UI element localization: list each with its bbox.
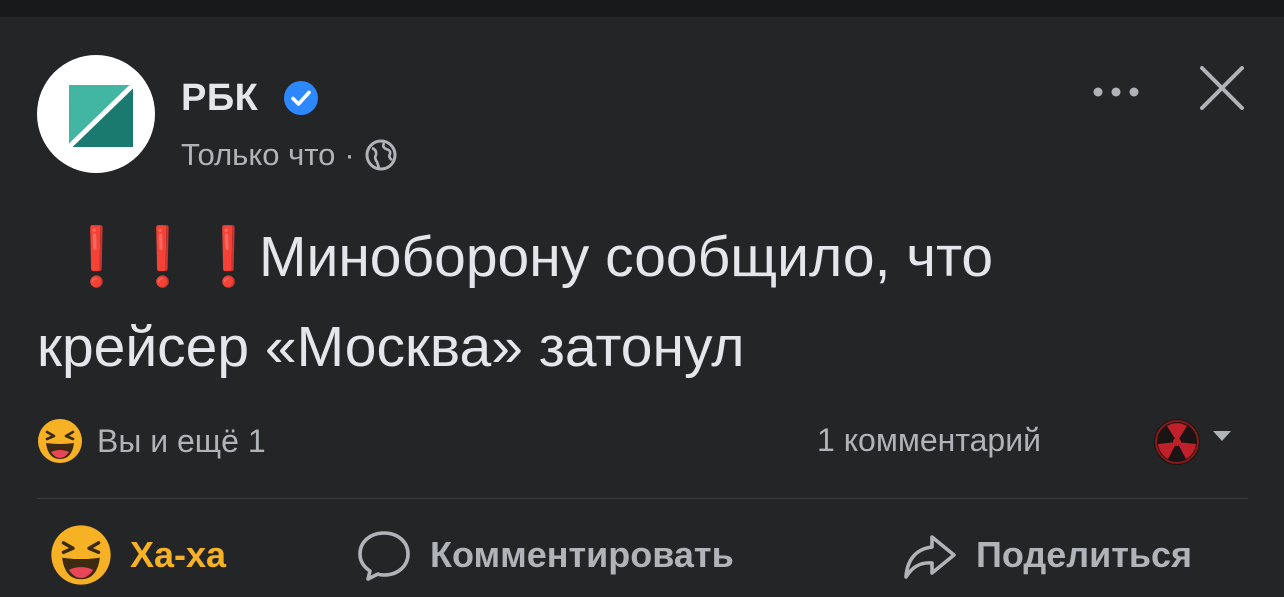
- reactions-summary[interactable]: Вы и ещё 1: [37, 418, 266, 464]
- top-bar: [0, 0, 1284, 17]
- share-label: Поделиться: [976, 534, 1193, 575]
- post-meta: Только что ·: [181, 137, 398, 173]
- rbc-logo-icon: [67, 83, 135, 149]
- share-button[interactable]: Поделиться: [902, 525, 1192, 585]
- comment-label: Комментировать: [430, 534, 734, 575]
- comments-count[interactable]: 1 комментарий: [817, 422, 1041, 459]
- meta-separator: ·: [344, 137, 355, 172]
- haha-emoji-icon: [38, 419, 82, 463]
- post-text-line-1: ❗❗❗Миноборону сообщило, что: [37, 212, 1257, 302]
- author-name[interactable]: РБК: [181, 77, 258, 120]
- post-time[interactable]: Только что: [181, 137, 335, 173]
- exclamation-emoji-icon: ❗: [193, 225, 264, 289]
- comment-button[interactable]: Комментировать: [356, 525, 734, 585]
- haha-label: Ха-ха: [130, 534, 227, 575]
- globe-icon: [365, 139, 397, 171]
- haha-emoji-icon: [51, 525, 111, 585]
- divider: [37, 498, 1248, 499]
- chevron-down-icon[interactable]: [1213, 431, 1231, 441]
- exclamation-emoji-icon: ❗: [127, 225, 198, 289]
- exclamation-emoji-icon: ❗: [61, 225, 132, 289]
- comment-icon: [358, 531, 410, 581]
- share-arrow-icon: [904, 535, 956, 579]
- reactions-text: Вы и ещё 1: [97, 422, 266, 459]
- commenter-avatar[interactable]: [1153, 418, 1201, 466]
- post-text: ❗❗❗Миноборону сообщило, что крейсер «Мос…: [37, 212, 1257, 392]
- close-icon[interactable]: [1196, 62, 1248, 114]
- more-options-icon[interactable]: [1091, 82, 1141, 102]
- post-text-line-2: крейсер «Москва» затонул: [37, 315, 745, 379]
- haha-reaction-button[interactable]: Ха-ха: [50, 525, 226, 585]
- author-avatar[interactable]: [37, 55, 155, 173]
- verified-badge-icon: [284, 81, 318, 115]
- post-text-content-1: Миноборону сообщило, что: [259, 225, 994, 289]
